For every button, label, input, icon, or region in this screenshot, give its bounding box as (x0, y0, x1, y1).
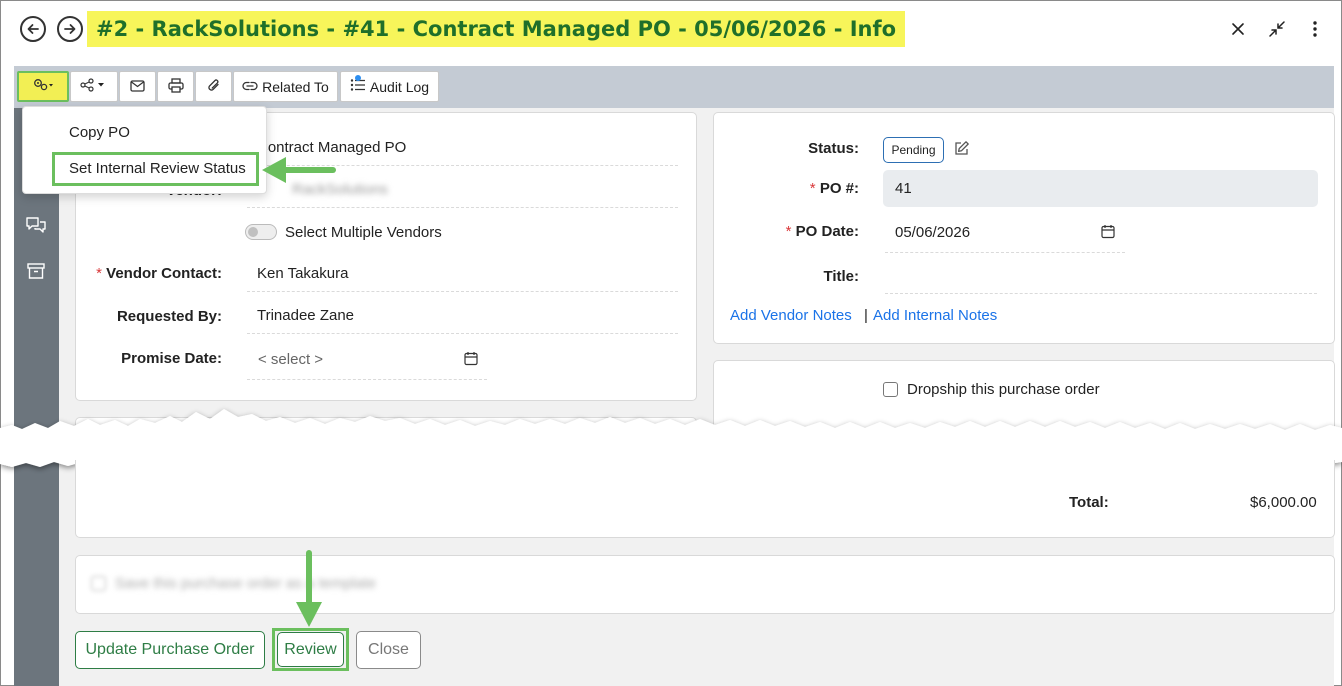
dropship-checkbox[interactable] (883, 382, 898, 397)
share-button[interactable] (70, 71, 118, 102)
toolbar: Related To Audit Log (14, 66, 1334, 108)
review-highlight-box (272, 628, 349, 671)
calendar-icon[interactable] (464, 351, 478, 370)
link-icon (242, 79, 258, 95)
po-number-value: 41 (895, 180, 912, 197)
po-type-underline (247, 165, 678, 166)
edit-icon[interactable] (953, 140, 970, 161)
vendor-underline (247, 207, 678, 208)
close-button[interactable]: Close (356, 631, 421, 669)
status-badge[interactable]: Pending (883, 137, 944, 163)
po-date-label: * PO Date: (785, 223, 859, 240)
print-button[interactable] (157, 71, 194, 102)
sidebar (14, 108, 59, 686)
printer-icon (167, 77, 184, 96)
promise-date-underline (247, 379, 487, 380)
more-vertical-icon[interactable] (1304, 18, 1326, 40)
requested-by-label: Requested By: (116, 308, 222, 325)
menu-item-copy-po[interactable]: Copy PO (69, 124, 130, 141)
vendor-contact-underline (247, 291, 678, 292)
multiple-vendors-label: Select Multiple Vendors (285, 224, 442, 241)
paperclip-icon (207, 78, 221, 96)
add-vendor-notes-link[interactable]: Add Vendor Notes (730, 307, 852, 324)
audit-log-label: Audit Log (369, 78, 430, 95)
po-type-value[interactable]: Contract Managed PO (257, 139, 406, 156)
requested-by-underline (247, 333, 678, 334)
promise-date-input[interactable]: < select > (258, 351, 323, 368)
po-date-calendar-icon[interactable] (1101, 224, 1115, 243)
email-button[interactable] (119, 71, 156, 102)
dropship-card (713, 360, 1335, 440)
audit-log-button[interactable]: Audit Log (340, 71, 439, 102)
save-template-label: Save this purchase order as a template (115, 575, 376, 592)
vendor-value[interactable]: RackSolutions (292, 181, 388, 198)
save-template-checkbox[interactable] (91, 576, 106, 591)
update-purchase-order-button[interactable]: Update Purchase Order (75, 631, 265, 669)
status-label: Status: (808, 140, 859, 157)
notes-separator: | (864, 307, 868, 324)
vendor-contact-value[interactable]: Ken Takakura (257, 265, 348, 282)
title-underline (885, 293, 1317, 294)
requested-by-value[interactable]: Trinadee Zane (257, 307, 354, 324)
po-number-label: * PO #: (809, 180, 859, 197)
page-title: #2 - RackSolutions - #41 - Contract Mana… (87, 11, 906, 47)
gears-icon (32, 77, 54, 96)
dropship-label: Dropship this purchase order (907, 381, 1100, 398)
menu-highlight-box (52, 152, 259, 186)
related-to-label: Related To (262, 78, 329, 95)
envelope-icon (130, 79, 145, 95)
minimize-icon[interactable] (1266, 18, 1288, 40)
add-internal-notes-link[interactable]: Add Internal Notes (873, 307, 997, 324)
archive-icon[interactable] (25, 260, 47, 282)
po-date-input[interactable]: 05/06/2026 (895, 224, 970, 241)
chat-icon[interactable] (25, 214, 47, 236)
total-label: Total: (1069, 494, 1109, 511)
po-date-underline (885, 252, 1125, 253)
vendor-contact-label: * Vendor Contact: (96, 265, 222, 282)
total-value: $6,000.00 (1250, 494, 1317, 511)
close-icon[interactable] (1227, 18, 1249, 40)
attach-button[interactable] (195, 71, 232, 102)
title-label: Title: (823, 268, 859, 285)
share-icon (80, 78, 108, 95)
actions-menu-button[interactable] (17, 71, 69, 102)
related-to-button[interactable]: Related To (233, 71, 338, 102)
notification-dot (355, 75, 361, 81)
multiple-vendors-toggle[interactable] (245, 224, 277, 240)
back-circle-icon[interactable] (20, 16, 46, 42)
line-items-card (75, 417, 697, 457)
po-number-field[interactable] (883, 170, 1318, 207)
promise-date-label: Promise Date: (121, 350, 222, 367)
forward-circle-icon[interactable] (57, 16, 83, 42)
totals-card (75, 460, 1335, 538)
